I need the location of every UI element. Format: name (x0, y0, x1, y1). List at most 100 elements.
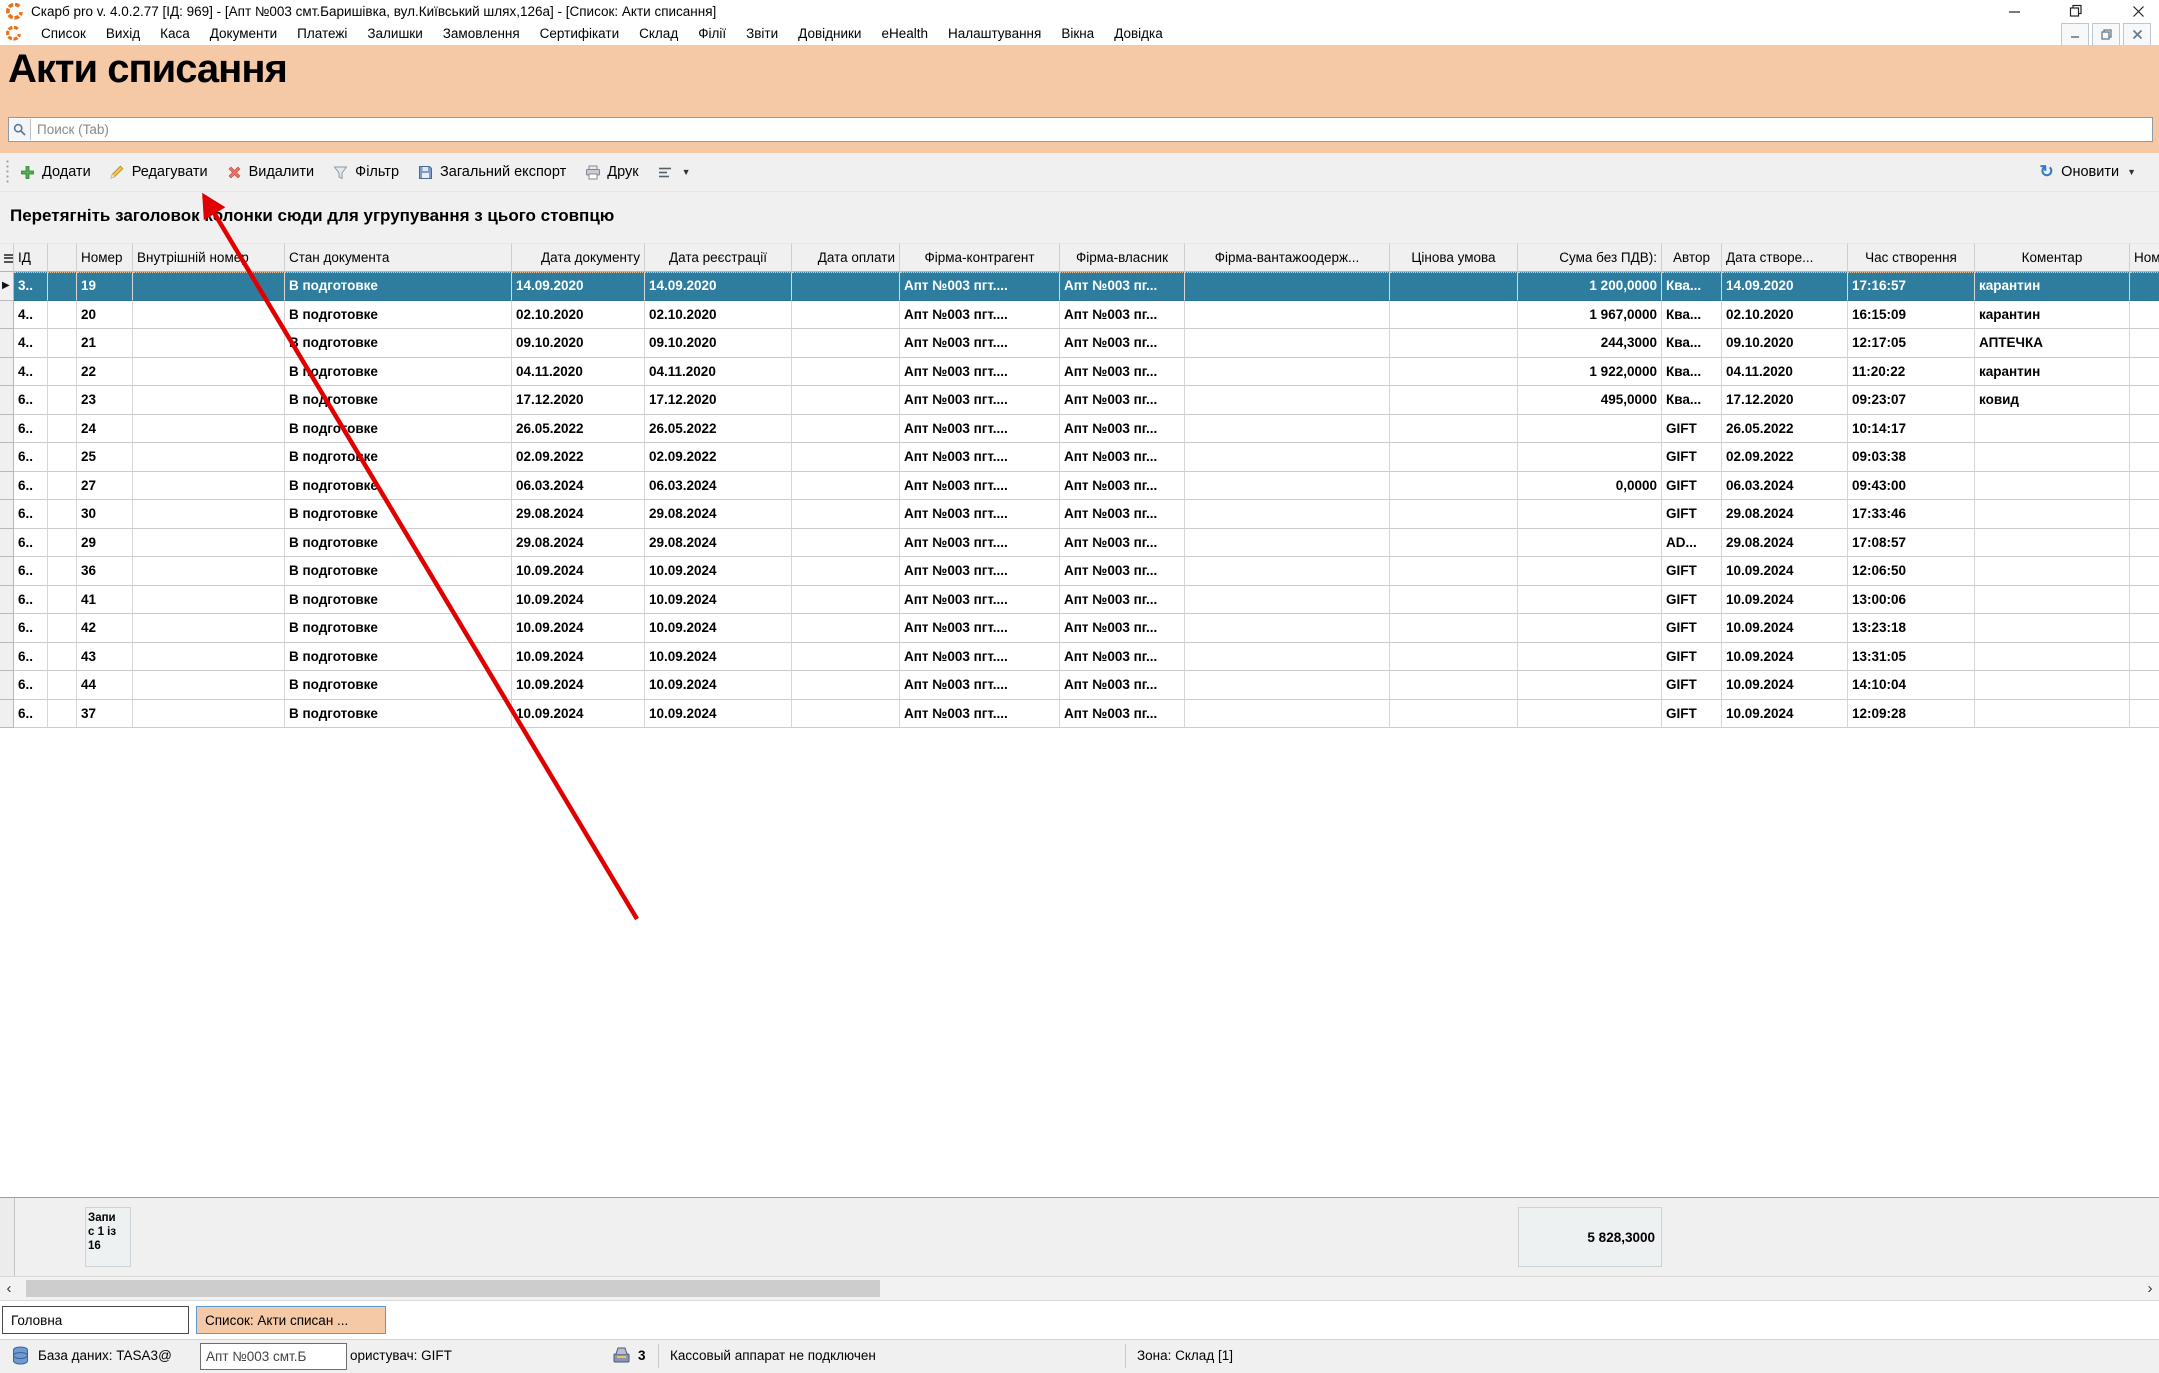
cell-internal-number[interactable] (133, 358, 285, 387)
cell-id[interactable]: 4.. (14, 358, 48, 387)
cell-created-time[interactable]: 13:31:05 (1848, 643, 1975, 672)
cell-created-date[interactable]: 10.09.2024 (1722, 700, 1848, 729)
cell-number2[interactable] (2130, 301, 2159, 330)
tab-home[interactable]: Головна (2, 1306, 189, 1334)
cell-id[interactable]: 6.. (14, 386, 48, 415)
column-header-firm-contragent[interactable]: Фірма-контрагент (900, 243, 1060, 272)
cell-comment[interactable]: карантин (1975, 358, 2130, 387)
cell-firm-consignee[interactable] (1185, 443, 1390, 472)
cell-created-time[interactable]: 09:03:38 (1848, 443, 1975, 472)
cell-firm-owner[interactable]: Апт №003 пг... (1060, 614, 1185, 643)
child-close-button[interactable] (2123, 23, 2151, 46)
cell-firm-owner[interactable]: Апт №003 пг... (1060, 272, 1185, 301)
cell-comment[interactable] (1975, 472, 2130, 501)
cell-doc-date[interactable]: 10.09.2024 (512, 643, 645, 672)
cell-firm-consignee[interactable] (1185, 586, 1390, 615)
table-row[interactable]: 6..37В подготовке10.09.202410.09.2024Апт… (0, 700, 2159, 729)
cell-created-time[interactable]: 14:10:04 (1848, 671, 1975, 700)
cell-number[interactable]: 41 (77, 586, 133, 615)
add-button[interactable]: Додати (10, 159, 100, 186)
cell-author[interactable]: Ква... (1662, 329, 1722, 358)
cell-pay-date[interactable] (792, 643, 900, 672)
cell-pay-date[interactable] (792, 358, 900, 387)
cell-id[interactable]: 6.. (14, 557, 48, 586)
cell-internal-number[interactable] (133, 529, 285, 558)
cell-pay-date[interactable] (792, 386, 900, 415)
cell-reg-date[interactable]: 29.08.2024 (645, 529, 792, 558)
cell-price-condition[interactable] (1390, 415, 1518, 444)
cell-firm-owner[interactable]: Апт №003 пг... (1060, 415, 1185, 444)
cell-created-date[interactable]: 02.09.2022 (1722, 443, 1848, 472)
cell-firm-owner[interactable]: Апт №003 пг... (1060, 500, 1185, 529)
menu-item-налаштування[interactable]: Налаштування (938, 23, 1051, 44)
cell-author[interactable]: GIFT (1662, 614, 1722, 643)
table-row[interactable]: 6..24В подготовке26.05.202226.05.2022Апт… (0, 415, 2159, 444)
cell-doc-date[interactable]: 29.08.2024 (512, 529, 645, 558)
cell-internal-number[interactable] (133, 472, 285, 501)
cell-firm-contragent[interactable]: Апт №003 пгт.... (900, 329, 1060, 358)
cell-internal-number[interactable] (133, 557, 285, 586)
cell-price-condition[interactable] (1390, 472, 1518, 501)
cell-price-condition[interactable] (1390, 301, 1518, 330)
cell-icon[interactable] (48, 358, 77, 387)
cell-comment[interactable] (1975, 415, 2130, 444)
scroll-left-arrow[interactable]: ‹ (0, 1279, 18, 1298)
cell-pay-date[interactable] (792, 472, 900, 501)
menu-item-документи[interactable]: Документи (200, 23, 287, 44)
cell-icon[interactable] (48, 272, 77, 301)
cell-doc-date[interactable]: 26.05.2022 (512, 415, 645, 444)
cell-internal-number[interactable] (133, 500, 285, 529)
cell-number2[interactable] (2130, 529, 2159, 558)
search-input[interactable] (31, 122, 2152, 137)
cell-icon[interactable] (48, 443, 77, 472)
cell-comment[interactable]: карантин (1975, 301, 2130, 330)
table-row[interactable]: 4..22В подготовке04.11.202004.11.2020Апт… (0, 358, 2159, 387)
cell-firm-contragent[interactable]: Апт №003 пгт.... (900, 529, 1060, 558)
column-header-pay-date[interactable]: Дата оплати (792, 243, 900, 272)
cell-number[interactable]: 19 (77, 272, 133, 301)
cell-author[interactable]: AD... (1662, 529, 1722, 558)
cell-price-condition[interactable] (1390, 529, 1518, 558)
cell-doc-state[interactable]: В подготовке (285, 272, 512, 301)
cell-sum-no-vat[interactable]: 1 922,0000 (1518, 358, 1662, 387)
cell-author[interactable]: Ква... (1662, 358, 1722, 387)
search-icon[interactable] (9, 119, 31, 140)
menu-item-залишки[interactable]: Залишки (357, 23, 432, 44)
cell-number[interactable]: 24 (77, 415, 133, 444)
cell-author[interactable]: GIFT (1662, 415, 1722, 444)
table-row[interactable]: 6..23В подготовке17.12.202017.12.2020Апт… (0, 386, 2159, 415)
cell-doc-date[interactable]: 09.10.2020 (512, 329, 645, 358)
cell-reg-date[interactable]: 10.09.2024 (645, 586, 792, 615)
cell-comment[interactable] (1975, 500, 2130, 529)
cell-firm-owner[interactable]: Апт №003 пг... (1060, 557, 1185, 586)
cell-reg-date[interactable]: 10.09.2024 (645, 557, 792, 586)
menu-item-сертифікати[interactable]: Сертифікати (530, 23, 629, 44)
menu-item-склад[interactable]: Склад (629, 23, 688, 44)
cell-icon[interactable] (48, 586, 77, 615)
cell-reg-date[interactable]: 04.11.2020 (645, 358, 792, 387)
cell-number2[interactable] (2130, 643, 2159, 672)
cell-internal-number[interactable] (133, 443, 285, 472)
cell-price-condition[interactable] (1390, 272, 1518, 301)
cell-id[interactable]: 6.. (14, 443, 48, 472)
table-row[interactable]: 6..44В подготовке10.09.202410.09.2024Апт… (0, 671, 2159, 700)
cell-sum-no-vat[interactable] (1518, 700, 1662, 729)
cell-number2[interactable] (2130, 557, 2159, 586)
cell-firm-contragent[interactable]: Апт №003 пгт.... (900, 500, 1060, 529)
cell-reg-date[interactable]: 29.08.2024 (645, 500, 792, 529)
cell-firm-owner[interactable]: Апт №003 пг... (1060, 671, 1185, 700)
column-header-created-date[interactable]: Дата створе... (1722, 243, 1848, 272)
cell-pay-date[interactable] (792, 415, 900, 444)
cell-icon[interactable] (48, 472, 77, 501)
cell-created-time[interactable]: 17:16:57 (1848, 272, 1975, 301)
table-row[interactable]: 6..43В подготовке10.09.202410.09.2024Апт… (0, 643, 2159, 672)
cell-number[interactable]: 43 (77, 643, 133, 672)
cell-created-date[interactable]: 06.03.2024 (1722, 472, 1848, 501)
cell-created-time[interactable]: 10:14:17 (1848, 415, 1975, 444)
menu-item-каса[interactable]: Каса (150, 23, 200, 44)
table-row[interactable]: 6..41В подготовке10.09.202410.09.2024Апт… (0, 586, 2159, 615)
cell-firm-consignee[interactable] (1185, 301, 1390, 330)
column-header-firm-owner[interactable]: Фірма-власник (1060, 243, 1185, 272)
cell-firm-consignee[interactable] (1185, 700, 1390, 729)
cell-price-condition[interactable] (1390, 700, 1518, 729)
